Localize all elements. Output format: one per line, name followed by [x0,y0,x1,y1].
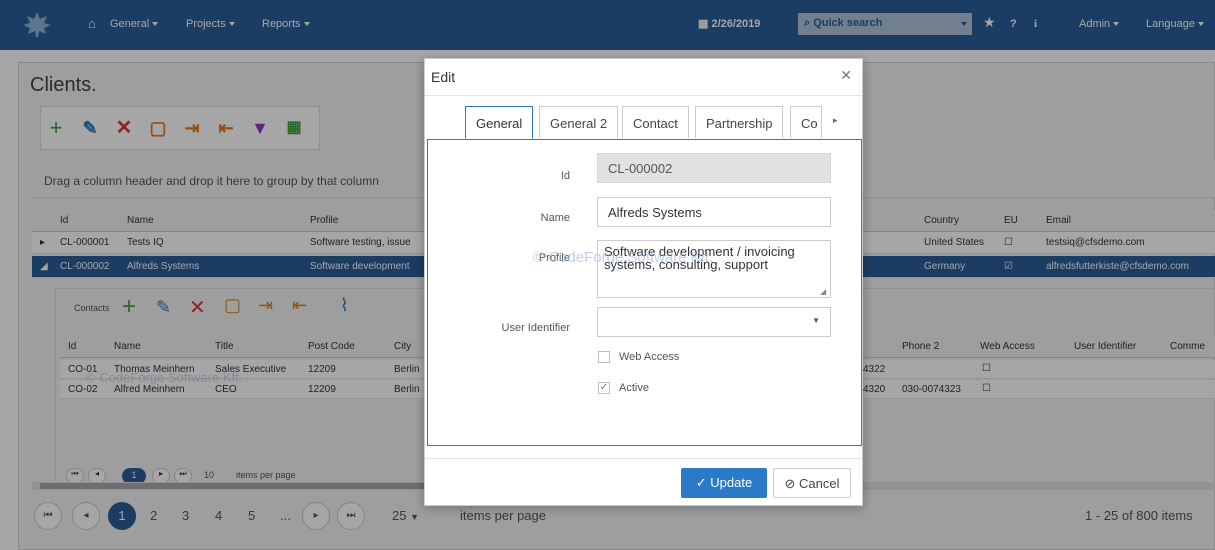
name-label: Name [540,212,570,224]
tab-panel-general: Id CL-000002 Name Alfreds Systems Profil… [427,139,862,446]
user-identifier-label: User Identifier [501,322,570,334]
check-icon: ✓ [695,475,711,490]
cancel-button[interactable]: ⊘ Cancel [773,468,851,498]
close-icon[interactable]: ✕ [840,67,852,84]
active-checkbox[interactable]: ✓ [598,382,610,394]
web-access-label: Web Access [619,351,680,363]
resize-handle-icon[interactable]: ◢ [820,287,826,296]
chevron-down-icon: ▼ [812,316,820,325]
tab-general[interactable]: General [465,106,534,139]
active-label: Active [619,382,649,394]
id-label: Id [560,170,570,182]
watermark-text: © CodeForge Software Kft. [533,249,714,266]
tab-co[interactable]: Co [790,106,822,138]
update-label: Update [710,475,753,490]
tab-partnership[interactable]: Partnership [695,106,784,138]
dialog-divider [425,95,862,96]
name-field[interactable]: Alfreds Systems [597,197,831,227]
cancel-label: Cancel [799,476,840,491]
id-field: CL-000002 [597,153,831,183]
cancel-icon: ⊘ [784,476,800,491]
dialog-title: Edit [431,69,456,85]
dialog-footer-divider [425,458,862,459]
tab-general-2[interactable]: General 2 [539,106,619,138]
web-access-checkbox[interactable] [598,351,610,363]
update-button[interactable]: ✓ Update [681,468,767,498]
user-identifier-select[interactable]: ▼ [597,307,831,337]
tabs-scroll-right-icon[interactable]: ▸ [833,115,838,126]
edit-dialog: Edit ✕ General General 2 Contact Partner… [424,58,863,506]
tab-contact[interactable]: Contact [622,106,689,138]
